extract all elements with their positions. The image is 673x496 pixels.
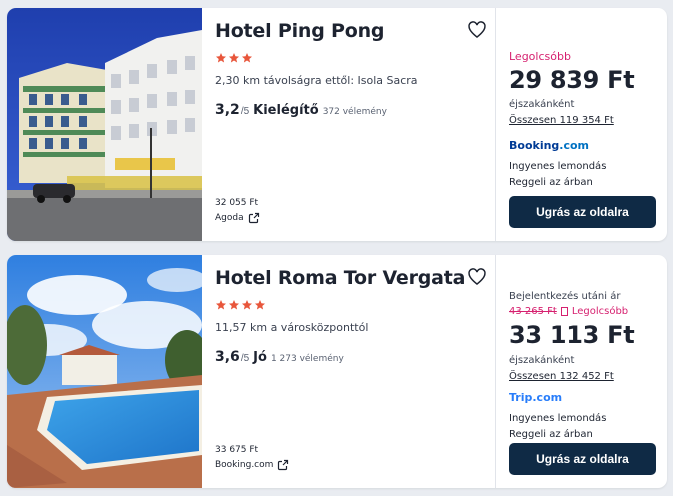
card-divider: [495, 255, 496, 488]
star-icon: [242, 53, 252, 63]
alt-provider-name: Agoda: [215, 213, 244, 223]
total-price-link[interactable]: Összesen 132 452 Ft: [509, 371, 614, 382]
provider-name-part: .com: [559, 139, 590, 152]
breakfast-included: Reggeli az árban: [509, 429, 593, 440]
price: 33 113 Ft: [509, 321, 635, 349]
alt-provider-name: Booking.com: [215, 460, 274, 470]
old-price: 43 265 Ft: [509, 306, 557, 317]
alt-provider-link[interactable]: Booking.com: [215, 459, 289, 471]
star-icon: [229, 300, 239, 310]
per-night-label: éjszakánként: [509, 99, 575, 110]
star-icon: [255, 300, 265, 310]
per-night-label: éjszakánként: [509, 355, 575, 366]
hotel-card[interactable]: Hotel Roma Tor Vergata 11,57 km a városk…: [7, 255, 667, 488]
cheapest-label: Legolcsóbb: [509, 50, 571, 63]
price: 29 839 Ft: [509, 66, 635, 94]
review-score: 3,2: [215, 102, 240, 118]
free-cancellation: Ingyenes lemondás: [509, 161, 607, 172]
heart-icon[interactable]: [467, 20, 487, 40]
hotel-photo[interactable]: [7, 255, 202, 488]
review-score-scale: /5: [240, 106, 250, 117]
tag-icon: [560, 307, 568, 316]
discount-row: 43 265 Ft Legolcsóbb: [509, 306, 628, 317]
external-link-icon: [278, 459, 289, 471]
deal-panel: Legolcsóbb 29 839 Ft éjszakánként Összes…: [509, 8, 659, 241]
star-icon: [242, 300, 252, 310]
star-rating: [215, 52, 253, 66]
star-rating: [215, 299, 266, 313]
rating-word: Kielégítő: [253, 103, 319, 118]
alt-provider-link[interactable]: Agoda: [215, 212, 260, 224]
alt-price: 33 675 Ft: [215, 445, 259, 455]
hotel-photo[interactable]: [7, 8, 202, 241]
star-icon: [216, 53, 226, 63]
card-divider: [495, 8, 496, 241]
distance-text: 2,30 km távolságra ettől: Isola Sacra: [215, 74, 418, 87]
review-rating: 3,2 /5 Kielégítő 372 vélemény: [215, 102, 387, 118]
provider-name-part: Booking: [509, 139, 560, 152]
go-to-site-button[interactable]: Ugrás az oldalra: [509, 196, 656, 228]
free-cancellation: Ingyenes lemondás: [509, 413, 607, 424]
star-icon: [229, 53, 239, 63]
review-rating: 3,6 /5 Jó 1 273 vélemény: [215, 349, 344, 365]
total-price-link[interactable]: Összesen 119 354 Ft: [509, 115, 614, 126]
rating-word: Jó: [253, 350, 267, 365]
deal-panel: Bejelentkezés utáni ár 43 265 Ft Legolcs…: [509, 255, 659, 488]
hotel-card[interactable]: Hotel Ping Pong 2,30 km távolságra ettől…: [7, 8, 667, 241]
star-icon: [216, 300, 226, 310]
heart-icon[interactable]: [467, 267, 487, 287]
external-link-icon: [248, 212, 259, 224]
provider-logo: Trip.com: [509, 391, 563, 404]
cheapest-label: Legolcsóbb: [571, 306, 629, 317]
checkin-price-label: Bejelentkezés utáni ár: [509, 291, 621, 302]
review-score-scale: /5: [240, 353, 250, 364]
hotel-name[interactable]: Hotel Ping Pong: [215, 20, 385, 42]
breakfast-included: Reggeli az árban: [509, 177, 593, 188]
review-count: 1 273 vélemény: [270, 354, 344, 364]
review-score: 3,6: [215, 349, 240, 365]
go-to-site-button[interactable]: Ugrás az oldalra: [509, 443, 656, 475]
hotel-name[interactable]: Hotel Roma Tor Vergata: [215, 267, 465, 289]
provider-logo: Booking.com: [509, 139, 589, 152]
alt-price: 32 055 Ft: [215, 198, 259, 208]
distance-text: 11,57 km a városközponttól: [215, 321, 369, 334]
review-count: 372 vélemény: [322, 107, 387, 117]
